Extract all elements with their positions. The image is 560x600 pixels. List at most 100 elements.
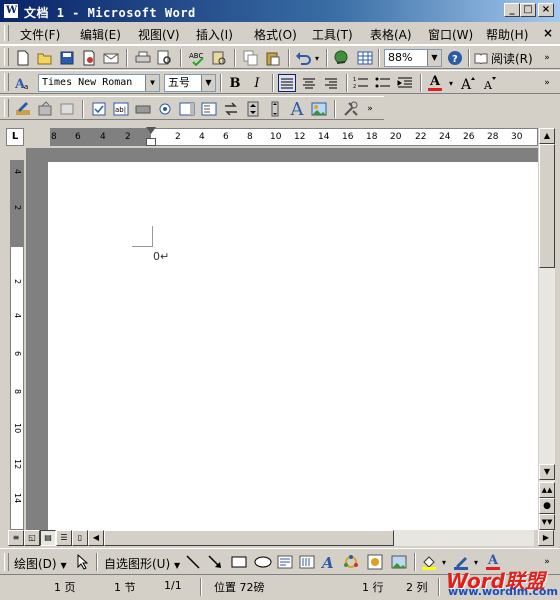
font-size-select[interactable]: 五号 ▼ xyxy=(164,74,216,92)
paragraph-mark[interactable]: 0↵ xyxy=(153,250,169,263)
menu-format[interactable]: 格式(O) xyxy=(254,26,297,43)
toolbar-options-icon[interactable]: » xyxy=(540,49,554,67)
next-page-icon[interactable]: ▼▼ xyxy=(539,514,555,530)
outline-view-icon[interactable]: ☰ xyxy=(56,530,72,546)
textbox-icon[interactable] xyxy=(276,553,294,571)
align-center-icon[interactable] xyxy=(300,74,318,92)
menu-edit[interactable]: 编辑(E) xyxy=(80,26,121,43)
command-button-control-icon[interactable] xyxy=(134,100,152,118)
email-icon[interactable] xyxy=(102,49,120,67)
spelling-icon[interactable]: ABC xyxy=(188,49,206,67)
scroll-down-icon[interactable]: ▼ xyxy=(539,464,555,480)
label-control-icon[interactable]: A xyxy=(288,99,306,120)
print-preview-icon[interactable] xyxy=(156,49,174,67)
copy-icon[interactable] xyxy=(242,49,260,67)
font-color-dropdown-icon[interactable]: ▾ xyxy=(446,74,456,92)
close-document-button[interactable]: × xyxy=(543,26,553,40)
print-layout-view-icon[interactable]: ▤ xyxy=(40,530,56,546)
fill-color-icon[interactable] xyxy=(420,553,438,571)
vertical-ruler[interactable]: 4 2 2 4 6 8 10 12 14 xyxy=(10,160,24,530)
chevron-down-icon[interactable]: ▼ xyxy=(427,50,441,66)
menu-tools[interactable]: 工具(T) xyxy=(312,26,353,43)
grow-font-icon[interactable]: A xyxy=(460,74,478,92)
help-icon[interactable]: ? xyxy=(446,49,464,67)
table-icon[interactable] xyxy=(356,49,374,67)
undo-dropdown-icon[interactable]: ▾ xyxy=(312,49,322,67)
menu-file[interactable]: 文件(F) xyxy=(20,26,60,43)
minimize-button[interactable]: _ xyxy=(504,3,520,17)
scroll-right-icon[interactable]: ▶ xyxy=(538,530,554,546)
standard-toolbar-grip[interactable] xyxy=(4,48,9,66)
formatting-toolbar-grip[interactable] xyxy=(4,73,9,91)
select-browse-object-icon[interactable]: ● xyxy=(539,498,555,514)
font-name-select[interactable]: Times New Roman ▼ xyxy=(38,74,160,92)
more-controls-icon[interactable] xyxy=(342,100,360,118)
italic-button[interactable]: I xyxy=(248,74,266,92)
word-app-icon[interactable]: W xyxy=(3,3,19,19)
align-right-icon[interactable] xyxy=(322,74,340,92)
web-layout-view-icon[interactable]: ◱ xyxy=(24,530,40,546)
spin-button-control-icon[interactable] xyxy=(244,100,262,118)
previous-page-icon[interactable]: ▲▲ xyxy=(539,482,555,498)
research-icon[interactable] xyxy=(210,49,228,67)
properties-icon[interactable] xyxy=(36,100,54,118)
listbox-control-icon[interactable] xyxy=(178,100,196,118)
bold-button[interactable]: B xyxy=(226,74,244,92)
oval-icon[interactable] xyxy=(254,553,272,571)
new-document-icon[interactable] xyxy=(14,49,32,67)
indent-icon[interactable] xyxy=(396,74,414,92)
design-mode-icon[interactable] xyxy=(14,100,32,118)
view-code-icon[interactable] xyxy=(58,100,76,118)
undo-icon[interactable] xyxy=(294,49,312,67)
scroll-up-icon[interactable]: ▲ xyxy=(539,128,555,144)
font-color-icon[interactable]: A xyxy=(426,74,444,92)
menu-help[interactable]: 帮助(H) xyxy=(486,26,528,43)
open-folder-icon[interactable] xyxy=(36,49,54,67)
menu-view[interactable]: 视图(V) xyxy=(138,26,180,43)
reading-layout-view-icon[interactable]: ▯ xyxy=(72,530,88,546)
forms-toolbar-grip[interactable] xyxy=(4,99,9,117)
draw-menu-button[interactable]: 绘图(D) ▼ xyxy=(14,555,67,572)
left-indent-marker[interactable] xyxy=(146,138,156,146)
textbox-control-icon[interactable]: ab| xyxy=(112,100,130,118)
insert-picture-icon[interactable] xyxy=(390,553,408,571)
select-objects-icon[interactable] xyxy=(74,553,92,571)
horizontal-scroll-thumb[interactable] xyxy=(104,530,394,546)
horizontal-scroll-track[interactable] xyxy=(104,530,534,546)
styles-icon[interactable]: Aa xyxy=(14,74,32,92)
toolbar-options-icon[interactable]: » xyxy=(540,74,554,92)
bullets-icon[interactable] xyxy=(374,74,392,92)
maximize-button[interactable]: □ xyxy=(520,3,536,17)
save-icon[interactable] xyxy=(58,49,76,67)
chevron-down-icon[interactable]: ▼ xyxy=(145,75,159,91)
numbering-icon[interactable]: 12 xyxy=(352,74,370,92)
toggle-button-control-icon[interactable] xyxy=(222,100,240,118)
normal-view-icon[interactable]: ≡ xyxy=(8,530,24,546)
toolbar-options-icon[interactable]: » xyxy=(364,100,376,118)
autoshapes-menu-button[interactable]: 自选图形(U) ▼ xyxy=(104,555,180,572)
menubar-grip[interactable] xyxy=(4,25,9,41)
menu-window[interactable]: 窗口(W) xyxy=(428,26,473,43)
print-icon[interactable] xyxy=(134,49,152,67)
checkbox-control-icon[interactable] xyxy=(90,100,108,118)
drawing-toolbar-grip[interactable] xyxy=(4,553,9,571)
document-page[interactable]: 0↵ xyxy=(48,162,538,530)
vertical-textbox-icon[interactable] xyxy=(298,553,316,571)
read-mode-button[interactable]: 阅读(R) xyxy=(474,49,536,67)
wordart-icon[interactable]: A xyxy=(320,553,338,571)
close-window-button[interactable]: × xyxy=(538,3,554,17)
scroll-thumb[interactable] xyxy=(539,144,555,268)
chevron-down-icon[interactable]: ▼ xyxy=(201,75,215,91)
menu-table[interactable]: 表格(A) xyxy=(370,26,412,43)
title-bar[interactable]: W 文档 1 - Microsoft Word _ □ × xyxy=(0,0,560,22)
permission-icon[interactable] xyxy=(80,49,98,67)
horizontal-ruler[interactable]: 8 6 4 2 2 4 6 8 10 12 14 16 18 20 22 24 … xyxy=(50,127,538,146)
scrollbar-control-icon[interactable] xyxy=(266,100,284,118)
first-line-indent-marker[interactable] xyxy=(146,127,156,134)
diagram-icon[interactable] xyxy=(342,553,360,571)
combobox-control-icon[interactable] xyxy=(200,100,218,118)
line-icon[interactable] xyxy=(184,553,202,571)
clip-art-icon[interactable] xyxy=(366,553,384,571)
menu-insert[interactable]: 插入(I) xyxy=(196,26,233,43)
arrow-icon[interactable] xyxy=(206,553,224,571)
